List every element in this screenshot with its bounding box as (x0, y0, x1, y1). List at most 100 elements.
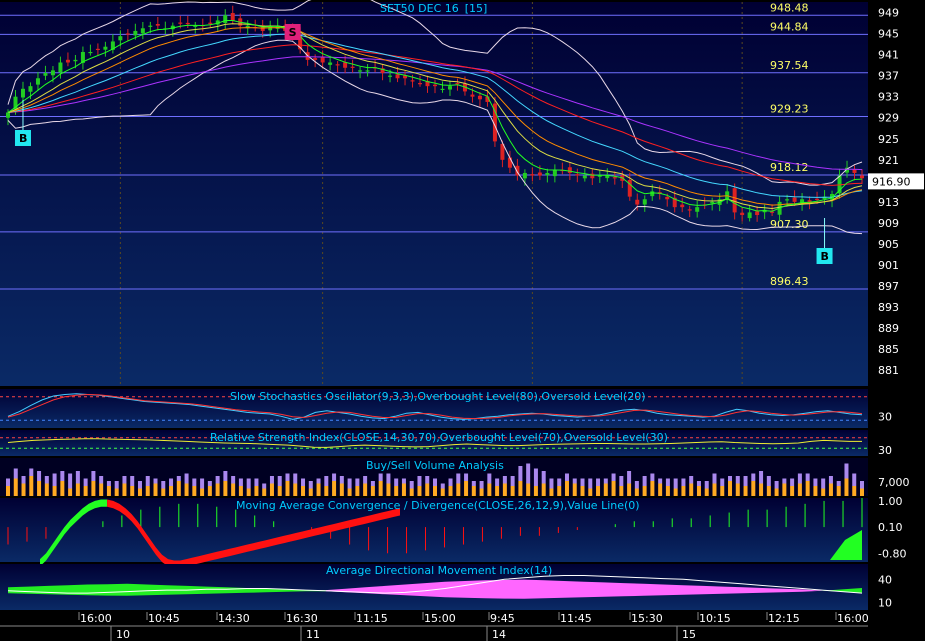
date-tick-label: 10 (116, 628, 130, 641)
buy-volume-bar (712, 483, 717, 496)
sell-volume-bar (665, 478, 670, 486)
buy-volume-bar (145, 486, 150, 496)
buy-volume-bar (6, 486, 10, 496)
price-tick-label: 937 (878, 70, 899, 83)
sell-volume-bar (324, 476, 329, 486)
candle-body (545, 172, 550, 176)
sell-volume-bar (106, 481, 111, 486)
candle-body (95, 48, 100, 51)
candle-body (687, 209, 692, 211)
price-panel-bg (0, 2, 868, 386)
chart-title-name: SET50 DEC 16 (380, 2, 459, 15)
buy-volume-bar (510, 486, 515, 496)
price-tick-label: 949 (878, 7, 899, 20)
sell-volume-bar (60, 471, 65, 481)
candle-body (230, 13, 235, 21)
sell-volume-bar (541, 471, 546, 484)
sell-volume-bar (611, 473, 616, 481)
buy-volume-bar (13, 478, 18, 496)
buy-volume-bar (308, 488, 313, 496)
buy-volume-bar (246, 488, 251, 496)
candle-body (20, 88, 25, 98)
sell-volume-bar (696, 481, 701, 486)
sell-volume-bar (215, 476, 220, 484)
price-tick-label: 885 (878, 343, 899, 356)
sell-volume-bar (145, 476, 150, 486)
sell-volume-bar (308, 481, 313, 489)
level-label: 948.48 (770, 1, 809, 14)
buy-volume-bar (207, 486, 212, 496)
sell-volume-bar (836, 481, 841, 486)
price-tick-label: 945 (878, 28, 899, 41)
sell-volume-bar (821, 478, 826, 489)
buy-volume-bar (44, 483, 49, 496)
buy-volume-bar (37, 481, 42, 496)
signal-label: B (821, 250, 829, 263)
buy-volume-bar (696, 486, 701, 496)
candle-body (365, 70, 370, 72)
sell-volume-bar (301, 478, 306, 486)
buy-volume-bar (541, 483, 546, 496)
price-panel: 9499459419379339299259219179139099059018… (0, 0, 924, 386)
signal-label: S (289, 26, 297, 39)
sell-volume-bar (712, 473, 717, 484)
sell-volume-bar (363, 476, 368, 484)
sell-volume-bar (704, 481, 709, 489)
buy-volume-bar (743, 486, 748, 496)
sell-volume-bar (642, 476, 647, 486)
stochastic-title: Slow Stochastics Oscillator(9,3,3),Overb… (230, 390, 646, 403)
chart-title: SET50 DEC 16 [15] (380, 2, 487, 15)
candle-body (178, 22, 183, 24)
sell-volume-bar (425, 476, 430, 484)
sell-volume-bar (596, 478, 601, 486)
sell-volume-bar (184, 473, 189, 484)
candle-body (695, 207, 700, 212)
buy-volume-bar (254, 486, 259, 496)
price-tick-label: 901 (878, 259, 899, 272)
buy-volume-bar (394, 486, 399, 496)
level-label: 907.30 (770, 218, 809, 231)
sell-volume-bar (580, 478, 585, 486)
macd-title: Moving Average Convergence / Divergence(… (236, 499, 640, 512)
buy-volume-bar (681, 486, 686, 496)
candle-body (395, 74, 400, 79)
price-tick-label: 913 (878, 196, 899, 209)
sell-volume-bar (417, 476, 422, 486)
candle-body (710, 201, 715, 204)
sell-volume-bar (735, 476, 740, 484)
buy-volume-bar (836, 486, 841, 496)
sell-volume-bar (285, 473, 290, 481)
signal-label: B (19, 132, 27, 145)
buy-volume-bar (378, 481, 383, 496)
sell-volume-bar (751, 473, 756, 481)
price-tick-label: 905 (878, 238, 899, 251)
sell-volume-bar (650, 473, 655, 481)
buy-volume-bar (269, 483, 274, 496)
buy-volume-bar (324, 486, 329, 496)
price-tick-label: 881 (878, 364, 899, 377)
candle-body (582, 175, 587, 179)
price-tick-label: 933 (878, 91, 899, 104)
candle-body (537, 172, 542, 176)
buy-volume-bar (650, 481, 655, 496)
sell-volume-bar (743, 476, 748, 486)
candle-body (642, 199, 647, 205)
sell-volume-bar (75, 471, 80, 484)
sell-volume-bar (29, 468, 34, 476)
sell-volume-bar (277, 476, 282, 486)
buy-volume-bar (68, 488, 73, 496)
sell-volume-bar (619, 476, 624, 486)
sell-volume-bar (246, 478, 251, 489)
sell-volume-bar (728, 476, 733, 481)
price-tick-label: 889 (878, 322, 899, 335)
current-price-label: 916.90 (872, 175, 911, 188)
sell-volume-bar (627, 471, 632, 484)
candle-body (328, 62, 333, 65)
candle-body (6, 112, 10, 118)
time-tick-label: 16:00 (837, 612, 869, 625)
sell-volume-bar (347, 478, 352, 489)
buy-volume-bar (184, 483, 189, 496)
price-tick-label: 921 (878, 154, 899, 167)
sell-volume-bar (370, 481, 375, 486)
sell-volume-bar (759, 471, 764, 484)
